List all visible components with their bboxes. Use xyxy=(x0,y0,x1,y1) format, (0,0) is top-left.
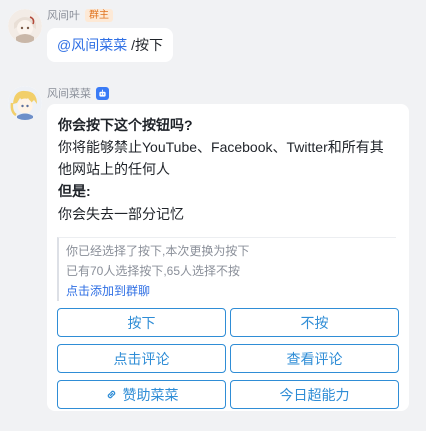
card-description-line-1: 你将能够禁止YouTube、Facebook、Twitter和所有其 xyxy=(58,139,384,155)
robot-icon xyxy=(96,86,109,100)
sender-avatar-1[interactable] xyxy=(8,9,42,43)
link-icon xyxy=(107,390,115,399)
view-comments-button[interactable]: 查看评论 xyxy=(230,344,399,373)
add-to-group-link[interactable]: 点击添加到群聊 xyxy=(66,283,150,299)
sender-name: 风间叶 xyxy=(47,10,80,22)
no-press-button[interactable]: 不按 xyxy=(230,308,399,337)
card-quote: 你已经选择了按下,本次更换为按下 已有70人选择按下,65人选择不按 点击添加到… xyxy=(57,237,396,301)
question-card: 你会按下这个按钮吗? 你将能够禁止YouTube、Facebook、Twitte… xyxy=(47,104,409,411)
message-bubble-1: @风间菜菜 /按下 xyxy=(47,28,173,62)
press-button-label: 按下 xyxy=(127,314,156,331)
view-comments-button-label: 查看评论 xyxy=(286,350,343,367)
sender-row-1: 风间叶 群主 xyxy=(47,8,113,22)
card-question: 你会按下这个按钮吗? xyxy=(58,117,193,133)
avatar-image-1 xyxy=(8,9,42,43)
sender-row-2: 风间菜菜 xyxy=(47,86,109,100)
message-text: /按下 xyxy=(127,37,163,53)
superpower-button[interactable]: 今日超能力 xyxy=(230,380,399,409)
no-press-button-label: 不按 xyxy=(300,314,329,331)
press-button[interactable]: 按下 xyxy=(57,308,226,337)
superpower-button-label: 今日超能力 xyxy=(279,386,350,403)
sender-avatar-2[interactable] xyxy=(8,86,42,120)
card-description-line-2: 他网站上的任何人 xyxy=(58,161,170,177)
sponsor-button[interactable]: 赞助菜菜 xyxy=(57,380,226,409)
comment-button[interactable]: 点击评论 xyxy=(57,344,226,373)
card-consequence: 你会失去一部分记忆 xyxy=(58,206,184,222)
owner-badge: 群主 xyxy=(85,8,113,22)
mention-link[interactable]: @风间菜菜 xyxy=(57,35,127,55)
comment-button-label: 点击评论 xyxy=(113,350,170,367)
sponsor-button-label: 赞助菜菜 xyxy=(122,386,179,403)
avatar-image-2 xyxy=(8,86,42,120)
card-but-label: 但是: xyxy=(58,183,91,199)
quote-status: 你已经选择了按下,本次更换为按下 xyxy=(66,244,250,258)
quote-vote-count: 已有70人选择按下,65人选择不按 xyxy=(66,264,241,278)
sender-name: 风间菜菜 xyxy=(47,88,91,100)
